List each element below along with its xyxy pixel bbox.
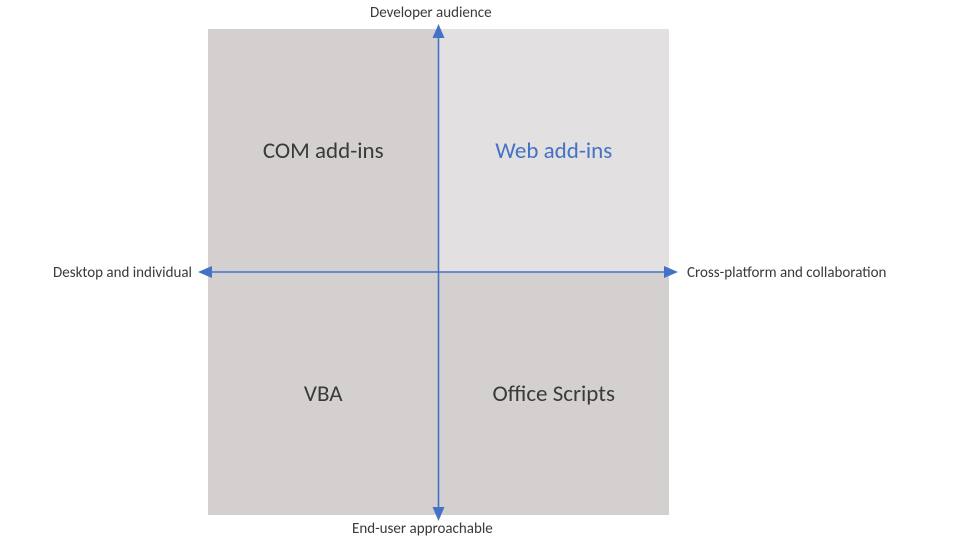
quadrant-top-right: Web add-ins: [439, 29, 670, 272]
axis-label-bottom: End-user approachable: [352, 520, 493, 538]
quadrant-bottom-right: Office Scripts: [439, 272, 670, 515]
quadrant-label: Office Scripts: [493, 380, 615, 408]
axis-label-left: Desktop and individual: [53, 264, 192, 282]
axis-label-top: Developer audience: [370, 4, 492, 22]
quadrant-label: Web add-ins: [495, 137, 612, 165]
quadrant-label: VBA: [304, 380, 343, 408]
quadrant-top-left: COM add-ins: [208, 29, 439, 272]
quadrant-diagram: COM add-ins Web add-ins VBA Office Scrip…: [0, 0, 960, 542]
quadrant-label: COM add-ins: [263, 137, 384, 165]
quadrant-bottom-left: VBA: [208, 272, 439, 515]
axis-label-right: Cross-platform and collaboration: [687, 264, 886, 282]
quadrant-box: COM add-ins Web add-ins VBA Office Scrip…: [208, 29, 669, 515]
